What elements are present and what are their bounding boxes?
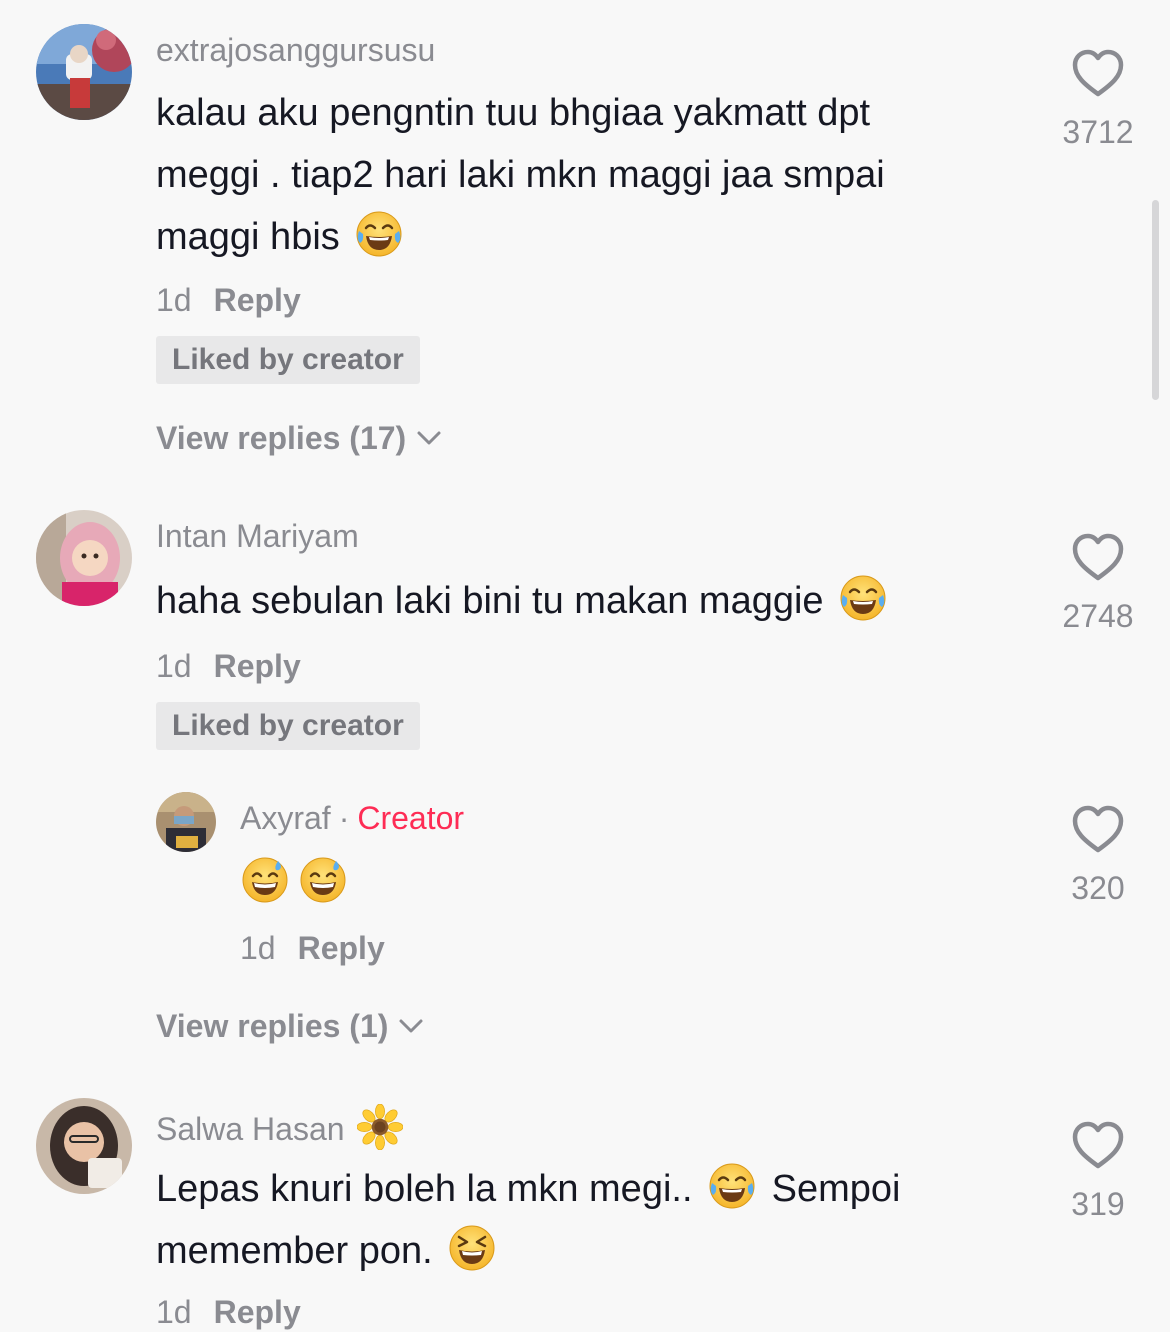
like-button[interactable]: 3712 xyxy=(1043,46,1153,152)
comment-time: 1d xyxy=(156,648,192,684)
like-button[interactable]: 319 xyxy=(1043,1118,1153,1224)
reply-button[interactable]: Reply xyxy=(214,648,301,684)
view-replies-label: View replies (17) xyxy=(156,420,407,456)
comment-text-line: kalau aku pengntin tuu bhgiaa yakmatt dp… xyxy=(156,92,871,134)
like-count: 3712 xyxy=(1062,114,1134,150)
comment-text-line: maggi hbis xyxy=(156,206,1016,268)
reply-username: Axyraf · Creator xyxy=(240,798,464,838)
comment-username[interactable]: Intan Mariyam xyxy=(156,516,359,556)
comment-meta: 1d Reply xyxy=(156,280,301,320)
comment-text-segment: maggi hbis xyxy=(156,216,340,258)
comment-text: kalau aku pengntin tuu bhgiaa yakmatt dp… xyxy=(156,82,1016,268)
reply-meta: 1d Reply xyxy=(240,928,385,968)
avatar[interactable] xyxy=(36,510,132,606)
view-replies-label: View replies (1) xyxy=(156,1008,389,1044)
liked-by-creator-badge: Liked by creator xyxy=(156,336,420,384)
reply-button[interactable]: Reply xyxy=(298,930,385,966)
reply-button[interactable]: Reply xyxy=(214,1294,301,1330)
like-button[interactable]: 320 xyxy=(1043,802,1153,908)
comment-text-line: Lepas knuri boleh la mkn megi.. Sempoi xyxy=(156,1158,1016,1220)
comment-meta: 1d Reply xyxy=(156,646,301,686)
reply-author-name[interactable]: Axyraf xyxy=(240,800,331,836)
like-count: 319 xyxy=(1071,1186,1125,1222)
comment-text-segment: haha sebulan laki bini tu makan maggie xyxy=(156,580,824,622)
comment-text-segment: Lepas knuri boleh la mkn megi.. xyxy=(156,1168,693,1210)
reply-text xyxy=(240,852,1100,914)
comment-text-segment: Sempoi xyxy=(771,1168,901,1210)
heart-icon xyxy=(1070,1118,1126,1174)
grinning-face-with-sweat-icon xyxy=(240,855,290,905)
comment-time: 1d xyxy=(156,282,192,318)
sunflower-icon xyxy=(357,1104,403,1150)
comment-author-name[interactable]: Salwa Hasan xyxy=(156,1111,345,1147)
face-with-tears-of-joy-icon xyxy=(838,573,888,623)
chevron-down-icon xyxy=(414,422,444,452)
comment-text: Lepas knuri boleh la mkn megi.. Sempoi m… xyxy=(156,1158,1016,1282)
heart-icon xyxy=(1070,46,1126,102)
comment-username[interactable]: extrajosanggursusu xyxy=(156,30,435,70)
comment-text-segment: memember pon. xyxy=(156,1230,433,1272)
comment-text-line: memember pon. xyxy=(156,1220,1016,1282)
comment-meta: 1d Reply xyxy=(156,1292,301,1332)
liked-by-creator-badge: Liked by creator xyxy=(156,702,420,750)
like-button[interactable]: 2748 xyxy=(1043,530,1153,636)
comment-username: Salwa Hasan xyxy=(156,1104,407,1150)
heart-icon xyxy=(1070,802,1126,858)
reply-button[interactable]: Reply xyxy=(214,282,301,318)
scrollbar[interactable] xyxy=(1152,200,1159,400)
avatar[interactable] xyxy=(36,24,132,120)
comment-text: haha sebulan laki bini tu makan maggie xyxy=(156,570,1016,632)
like-count: 320 xyxy=(1071,870,1125,906)
chevron-down-icon xyxy=(396,1010,426,1040)
face-with-tears-of-joy-icon xyxy=(354,209,404,259)
comment-time: 1d xyxy=(156,1294,192,1330)
view-replies-button[interactable]: View replies (1) xyxy=(156,1006,426,1046)
creator-tag: Creator xyxy=(357,800,465,836)
separator-dot: · xyxy=(338,800,350,836)
like-count: 2748 xyxy=(1062,598,1134,634)
avatar[interactable] xyxy=(156,792,216,852)
face-with-tears-of-joy-icon xyxy=(707,1161,757,1211)
grinning-face-with-sweat-icon xyxy=(298,855,348,905)
comment-text-line: meggi . tiap2 hari laki mkn maggi jaa sm… xyxy=(156,154,885,196)
reply-time: 1d xyxy=(240,930,276,966)
heart-icon xyxy=(1070,530,1126,586)
view-replies-button[interactable]: View replies (17) xyxy=(156,418,444,458)
grinning-squinting-face-icon xyxy=(447,1223,497,1273)
avatar[interactable] xyxy=(36,1098,132,1194)
